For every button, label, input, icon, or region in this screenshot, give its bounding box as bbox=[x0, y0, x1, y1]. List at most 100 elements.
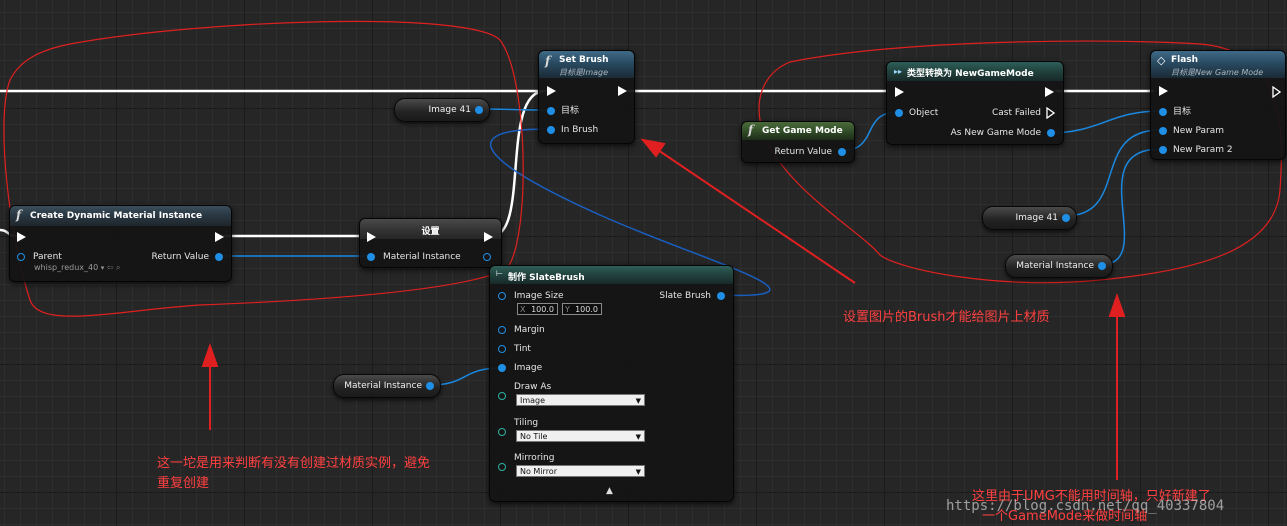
annotation-dmi-note-line1: 这一坨是用来判断有没有创建过材质实例，避免 bbox=[157, 456, 431, 471]
material-instance-output-pin[interactable] bbox=[426, 382, 434, 390]
image-pin[interactable] bbox=[498, 364, 506, 372]
pin-label: Tint bbox=[514, 344, 531, 354]
material-instance-pin[interactable] bbox=[367, 253, 375, 261]
exec-out-pin[interactable] bbox=[1045, 87, 1054, 97]
exec-in-pin[interactable] bbox=[547, 86, 556, 96]
mirroring-pin[interactable] bbox=[498, 463, 506, 471]
event-diamond-icon: ◇ bbox=[1157, 54, 1166, 67]
material-instance-variable-node[interactable]: Material Instance bbox=[333, 374, 441, 398]
pin-label: In Brush bbox=[561, 125, 599, 135]
tiling-dropdown[interactable]: No Tile ▼ bbox=[516, 430, 645, 442]
node-subtitle: 目标是Image bbox=[559, 68, 609, 77]
new-param-pin[interactable] bbox=[1159, 127, 1167, 135]
struct-icon: ⊢ bbox=[496, 269, 503, 278]
annotation-brush-note: 设置图片的Brush才能给图片上材质 bbox=[843, 310, 1050, 325]
pin-label: Image Size bbox=[514, 291, 564, 301]
node-title: Get Game Mode bbox=[762, 126, 843, 136]
material-instance-output-pin[interactable] bbox=[1098, 262, 1106, 270]
node-subtitle: 目标是New Game Mode bbox=[1171, 68, 1264, 77]
return-value-pin[interactable] bbox=[215, 253, 223, 261]
parent-pin[interactable] bbox=[17, 253, 25, 261]
function-icon: f bbox=[545, 54, 551, 68]
data-wire bbox=[1064, 129, 1161, 217]
set-variable-node[interactable]: 设置 Material Instance bbox=[359, 218, 502, 268]
pin-label: Mirroring bbox=[514, 453, 555, 463]
slate-brush-pin-row: Slate Brush bbox=[635, 289, 725, 303]
browse-icon[interactable]: ⌕ bbox=[116, 263, 120, 272]
pin-label: Draw As bbox=[514, 382, 552, 392]
back-arrow-icon[interactable]: ⇦ bbox=[107, 263, 114, 272]
dropdown-value: Image bbox=[520, 396, 546, 405]
annotation-dmi-note-line2: 重复创建 bbox=[157, 476, 210, 491]
annotation-arrowhead bbox=[201, 342, 219, 367]
image-size-x-field[interactable]: X 100.0 bbox=[517, 303, 558, 315]
annotation-arrow-brush bbox=[654, 147, 856, 284]
image-size-y-field[interactable]: Y 100.0 bbox=[562, 303, 602, 315]
draw-as-dropdown[interactable]: Image ▼ bbox=[516, 394, 645, 406]
node-title: 设置 bbox=[421, 227, 440, 237]
node-header: ⊢ 制作 SlateBrush bbox=[490, 266, 733, 284]
target-pin[interactable] bbox=[547, 107, 555, 115]
field-value: 100.0 bbox=[575, 305, 598, 314]
exec-out-pin[interactable] bbox=[215, 232, 224, 242]
get-game-mode-node[interactable]: f Get Game Mode Return Value bbox=[741, 121, 855, 163]
image-size-pin[interactable] bbox=[498, 292, 506, 300]
object-pin[interactable] bbox=[895, 109, 903, 117]
exec-out-hollow-pin[interactable] bbox=[1046, 107, 1055, 119]
cast-to-newgamemode-node[interactable]: ▸▸ 类型转换为 NewGameMode Object Cast Failed … bbox=[886, 61, 1064, 145]
cast-failed-pin-row: Cast Failed bbox=[975, 106, 1055, 120]
chevron-down-icon: ▼ bbox=[635, 433, 641, 441]
target-pin[interactable] bbox=[1159, 108, 1167, 116]
collapse-advanced-icon[interactable]: ▲ bbox=[606, 486, 613, 496]
margin-pin[interactable] bbox=[498, 326, 506, 334]
material-instance-output-pin[interactable] bbox=[483, 253, 491, 261]
tiling-pin[interactable] bbox=[498, 428, 506, 436]
parent-asset-picker[interactable]: whisp_redux_40 ▾ ⇦ ⌕ bbox=[34, 262, 134, 274]
exec-in-pin[interactable] bbox=[17, 232, 26, 242]
image41-output-pin[interactable] bbox=[475, 106, 483, 114]
watermark: https://blog.csdn.net/qq_40337804 bbox=[946, 498, 1225, 514]
exec-in-pin[interactable] bbox=[895, 87, 904, 97]
exec-in-pin[interactable] bbox=[367, 232, 376, 242]
exec-out-pin[interactable] bbox=[484, 232, 493, 242]
exec-out-pin[interactable] bbox=[618, 86, 627, 96]
tint-pin[interactable] bbox=[498, 345, 506, 353]
chevron-down-icon: ▼ bbox=[635, 468, 641, 476]
make-slate-brush-node[interactable]: ⊢ 制作 SlateBrush Image Size X 100.0 Y 100… bbox=[489, 265, 734, 502]
dropdown-value: No Tile bbox=[520, 432, 548, 441]
mirroring-dropdown[interactable]: No Mirror ▼ bbox=[516, 465, 645, 477]
new-param-2-pin[interactable] bbox=[1159, 146, 1167, 154]
return-value-pin[interactable] bbox=[838, 148, 846, 156]
slate-brush-pin[interactable] bbox=[717, 292, 725, 300]
pin-label: Return Value bbox=[774, 147, 832, 157]
image41-variable-node[interactable]: Image 41 bbox=[394, 98, 490, 122]
data-wire bbox=[1048, 110, 1161, 134]
material-instance-variable-node-2[interactable]: Material Instance bbox=[1005, 254, 1113, 278]
variable-label: Image 41 bbox=[1015, 213, 1059, 223]
node-header: f Set Brush 目标是Image bbox=[539, 51, 634, 78]
draw-as-pin[interactable] bbox=[498, 392, 506, 400]
node-title: Create Dynamic Material Instance bbox=[30, 211, 203, 221]
axis-label: X bbox=[520, 305, 526, 314]
function-icon: f bbox=[748, 123, 754, 137]
annotation-arrowhead bbox=[640, 138, 666, 158]
image41-variable-node-2[interactable]: Image 41 bbox=[982, 206, 1077, 230]
exec-in-pin[interactable] bbox=[1159, 86, 1168, 96]
data-wire bbox=[1099, 148, 1161, 266]
pin-label: Return Value bbox=[151, 252, 209, 262]
pin-label: Object bbox=[909, 108, 939, 118]
chevron-down-icon: ▾ bbox=[100, 264, 105, 272]
flash-node[interactable]: ◇ Flash 目标是New Game Mode 目标 New Param Ne… bbox=[1150, 50, 1286, 160]
pin-label: New Param 2 bbox=[1173, 145, 1233, 155]
set-brush-node[interactable]: f Set Brush 目标是Image 目标 In Brush bbox=[538, 50, 635, 144]
as-new-game-mode-pin[interactable] bbox=[1047, 129, 1055, 137]
node-header: 设置 bbox=[360, 219, 501, 239]
chevron-down-icon: ▼ bbox=[635, 397, 641, 405]
exec-out-hollow-pin[interactable] bbox=[1272, 86, 1281, 98]
pin-label: Tiling bbox=[514, 418, 539, 428]
in-brush-pin[interactable] bbox=[547, 126, 555, 134]
return-value-pin-row: Return Value bbox=[133, 250, 223, 264]
node-title: Set Brush bbox=[559, 55, 609, 65]
image41-output-pin[interactable] bbox=[1062, 214, 1070, 222]
create-dynamic-material-instance-node[interactable]: f Create Dynamic Material Instance Paren… bbox=[9, 205, 232, 282]
